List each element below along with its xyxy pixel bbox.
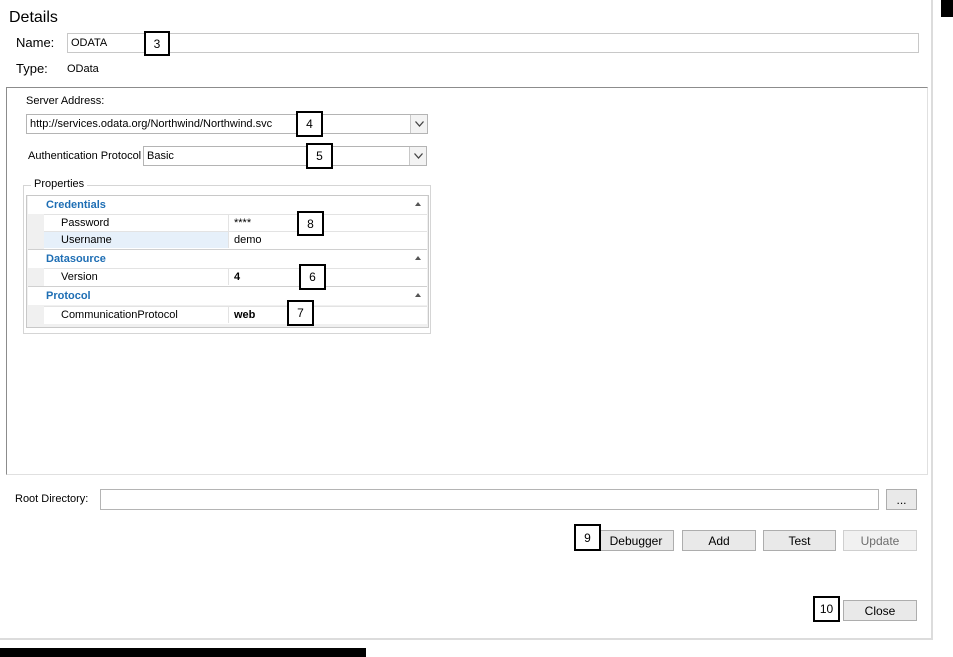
update-button[interactable]: Update: [843, 530, 917, 551]
auth-protocol-value: Basic: [147, 150, 174, 162]
category-protocol[interactable]: Protocol: [28, 286, 427, 305]
property-value: web: [234, 309, 256, 321]
property-row-password[interactable]: Password ****: [44, 214, 427, 232]
name-input-value: ODATA: [71, 37, 108, 49]
auth-protocol-label: Authentication Protocol: [28, 150, 142, 162]
root-directory-input[interactable]: [100, 489, 879, 510]
details-title: Details: [9, 9, 58, 26]
debugger-button[interactable]: Debugger: [598, 530, 674, 551]
collapse-triangle-icon[interactable]: [415, 202, 421, 206]
server-address-combo[interactable]: http://services.odata.org/Northwind/Nort…: [26, 114, 428, 134]
callout-4: 4: [296, 111, 323, 137]
property-row-version[interactable]: Version 4: [44, 268, 427, 286]
category-credentials[interactable]: Credentials: [28, 196, 427, 214]
root-directory-label: Root Directory:: [15, 493, 89, 505]
property-value: 4: [234, 271, 241, 283]
callout-3: 3: [144, 31, 170, 56]
auth-protocol-combo[interactable]: Basic: [143, 146, 427, 166]
property-value: ****: [234, 217, 252, 229]
collapse-triangle-icon[interactable]: [415, 293, 421, 297]
window-bottom-border: [0, 638, 933, 640]
type-value: OData: [67, 63, 99, 75]
name-label: Name:: [16, 35, 55, 50]
collapse-triangle-icon[interactable]: [415, 256, 421, 260]
add-button[interactable]: Add: [682, 530, 756, 551]
category-label: Datasource: [46, 253, 106, 265]
window-right-border: [931, 0, 933, 640]
name-input[interactable]: ODATA: [67, 33, 919, 53]
property-name: Username: [44, 232, 229, 248]
category-label: Credentials: [46, 199, 106, 211]
server-address-label: Server Address:: [26, 95, 105, 107]
properties-group-label: Properties: [31, 178, 88, 190]
browse-button[interactable]: ...: [886, 489, 917, 510]
property-name: Password: [44, 215, 229, 231]
callout-7: 7: [287, 300, 314, 326]
callout-8: 8: [297, 211, 324, 236]
chevron-down-icon[interactable]: [410, 115, 427, 133]
property-grid[interactable]: Credentials Password **** Username demo …: [26, 195, 429, 328]
outer-dark-edge-right: [941, 0, 953, 17]
callout-9: 9: [574, 524, 601, 551]
close-button[interactable]: Close: [843, 600, 917, 621]
chevron-down-icon[interactable]: [409, 147, 426, 165]
callout-10: 10: [813, 596, 840, 622]
category-datasource[interactable]: Datasource: [28, 249, 427, 268]
property-name: Version: [44, 269, 229, 285]
property-row-communication-protocol[interactable]: CommunicationProtocol web: [44, 306, 427, 324]
server-address-value: http://services.odata.org/Northwind/Nort…: [30, 118, 273, 130]
property-value: demo: [234, 234, 262, 246]
type-label: Type:: [16, 61, 48, 76]
callout-6: 6: [299, 264, 326, 290]
property-row-username[interactable]: Username demo: [44, 231, 427, 249]
callout-5: 5: [306, 143, 333, 169]
property-name: CommunicationProtocol: [44, 307, 229, 323]
outer-dark-edge-bottom: [0, 648, 366, 657]
category-label: Protocol: [46, 290, 91, 302]
test-button[interactable]: Test: [763, 530, 836, 551]
